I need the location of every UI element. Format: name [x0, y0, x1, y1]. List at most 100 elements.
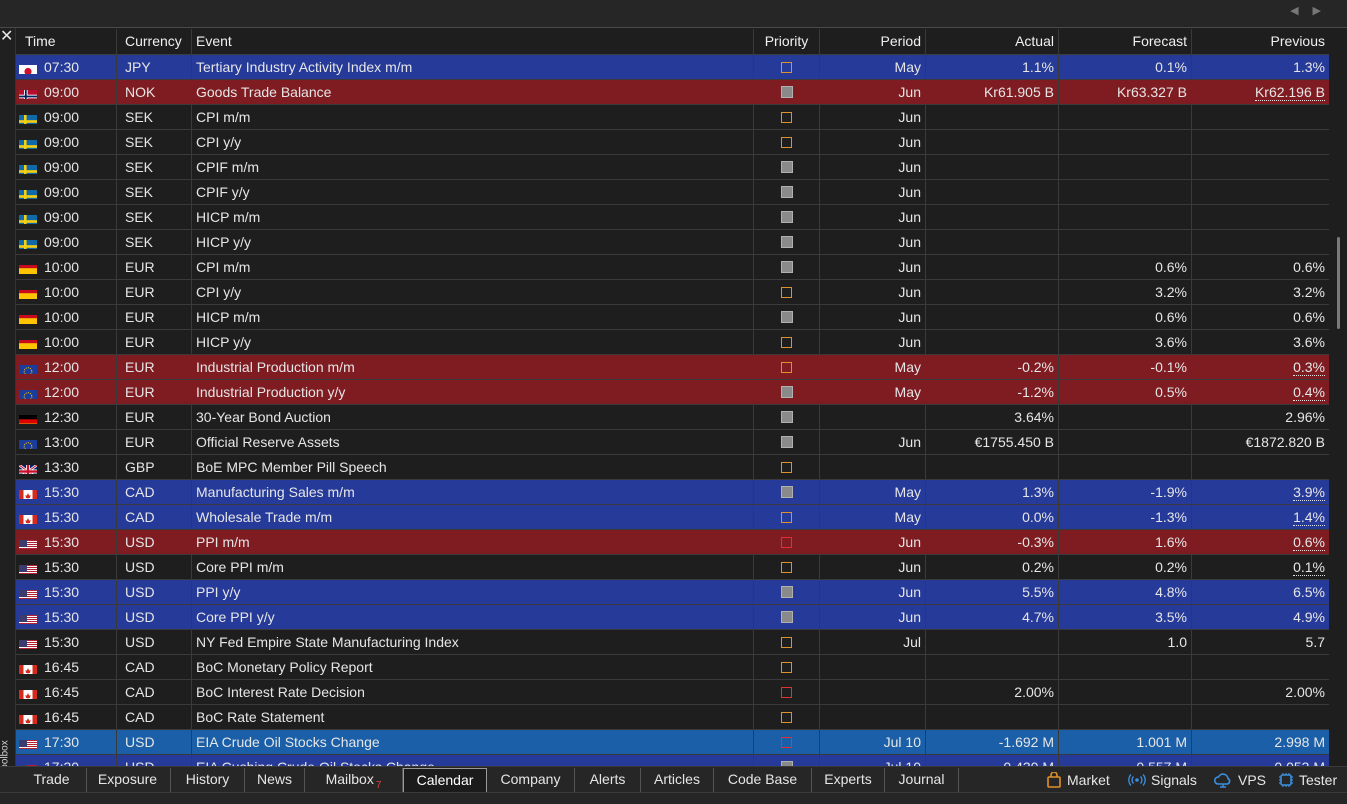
cell-event: CPIF m/m [192, 155, 754, 179]
time-text: 10:00 [44, 330, 79, 354]
cell-priority [754, 355, 820, 379]
previous-value: 1.3% [1293, 59, 1325, 75]
table-row[interactable]: 16:45CADBoC Interest Rate Decision2.00%2… [16, 680, 1329, 705]
cell-time: 13:30 [16, 455, 117, 479]
cell-time: 09:00 [16, 130, 117, 154]
table-row[interactable]: 16:45CADBoC Rate Statement [16, 705, 1329, 730]
time-text: 13:30 [44, 455, 79, 479]
tab-mailbox[interactable]: Mailbox7 [305, 768, 403, 792]
table-row[interactable]: 10:00EURCPI y/yJun3.2%3.2% [16, 280, 1329, 305]
cell-event: 30-Year Bond Auction [192, 405, 754, 429]
vertical-scrollbar[interactable] [1329, 29, 1347, 766]
tool-tester[interactable]: Tester [1278, 768, 1337, 792]
tab-journal[interactable]: Journal [885, 768, 959, 792]
time-text: 12:30 [44, 405, 79, 429]
cell-time: 10:00 [16, 330, 117, 354]
cell-period: Jul 10 [820, 730, 926, 754]
cell-previous [1192, 155, 1329, 179]
table-row[interactable]: 15:30USDCore PPI m/mJun0.2%0.2%0.1% [16, 555, 1329, 580]
time-text: 09:00 [44, 130, 79, 154]
eu-flag-icon [19, 386, 37, 399]
table-row[interactable]: 16:45CADBoC Monetary Policy Report [16, 655, 1329, 680]
close-icon[interactable]: ✕ [0, 29, 13, 45]
priority-indicator-icon [781, 637, 792, 648]
cell-period: Jun [820, 155, 926, 179]
cell-forecast: -1.3% [1059, 505, 1192, 529]
cell-forecast [1059, 155, 1192, 179]
previous-value: 0.6% [1293, 534, 1325, 551]
cell-period: May [820, 380, 926, 404]
tab-exposure[interactable]: Exposure [85, 768, 171, 792]
scroll-arrows[interactable]: ◀▶ [1290, 4, 1335, 17]
table-row[interactable]: 15:30USDPPI m/mJun-0.3%1.6%0.6% [16, 530, 1329, 555]
cell-time: 07:30 [16, 55, 117, 79]
tool-signals[interactable]: Signals [1128, 768, 1197, 792]
table-row[interactable]: 15:30USDCore PPI y/yJun4.7%3.5%4.9% [16, 605, 1329, 630]
table-row[interactable]: 15:30USDPPI y/yJun5.5%4.8%6.5% [16, 580, 1329, 605]
header-currency[interactable]: Currency [117, 29, 192, 54]
table-row[interactable]: 10:00EURHICP y/yJun3.6%3.6% [16, 330, 1329, 355]
priority-indicator-icon [781, 287, 792, 298]
cell-forecast: Kr63.327 B [1059, 80, 1192, 104]
header-forecast[interactable]: Forecast [1059, 29, 1192, 54]
cell-forecast: -1.9% [1059, 480, 1192, 504]
cell-period: Jun [820, 305, 926, 329]
table-row[interactable]: 10:00EURHICP m/mJun0.6%0.6% [16, 305, 1329, 330]
tool-market[interactable]: Market [1046, 768, 1110, 792]
table-row[interactable]: 09:00SEKCPI y/yJun [16, 130, 1329, 155]
cell-currency: EUR [117, 355, 192, 379]
cell-currency: USD [117, 605, 192, 629]
table-row[interactable]: 07:30JPYTertiary Industry Activity Index… [16, 55, 1329, 80]
tab-articles[interactable]: Articles [641, 768, 714, 792]
time-text: 12:00 [44, 380, 79, 404]
cell-event: HICP y/y [192, 230, 754, 254]
tab-trade[interactable]: Trade [17, 768, 87, 792]
table-row[interactable]: 15:30USDNY Fed Empire State Manufacturin… [16, 630, 1329, 655]
cell-previous: €1872.820 B [1192, 430, 1329, 454]
priority-indicator-icon [781, 611, 793, 623]
usa-flag-icon [19, 586, 37, 599]
tab-company[interactable]: Company [487, 768, 575, 792]
table-row[interactable]: 09:00SEKCPIF y/yJun [16, 180, 1329, 205]
table-row[interactable]: 12:00EURIndustrial Production m/mMay-0.2… [16, 355, 1329, 380]
tab-calendar[interactable]: Calendar [403, 768, 487, 792]
table-row[interactable]: 13:30GBPBoE MPC Member Pill Speech [16, 455, 1329, 480]
table-row[interactable]: 09:00SEKCPIF m/mJun [16, 155, 1329, 180]
cell-currency: USD [117, 730, 192, 754]
cell-priority [754, 405, 820, 429]
cell-currency: EUR [117, 305, 192, 329]
table-row[interactable]: 12:30EUR30-Year Bond Auction3.64%2.96% [16, 405, 1329, 430]
cell-forecast: 0.2% [1059, 555, 1192, 579]
header-period[interactable]: Period [820, 29, 926, 54]
table-row[interactable]: 09:00SEKHICP y/yJun [16, 230, 1329, 255]
priority-indicator-icon [781, 62, 792, 73]
cell-forecast [1059, 455, 1192, 479]
tab-code-base[interactable]: Code Base [714, 768, 812, 792]
header-actual[interactable]: Actual [926, 29, 1059, 54]
cell-actual: -0.3% [926, 530, 1059, 554]
table-row[interactable]: 15:30CADWholesale Trade m/mMay0.0%-1.3%1… [16, 505, 1329, 530]
table-row[interactable]: 12:00EURIndustrial Production y/yMay-1.2… [16, 380, 1329, 405]
cell-time: 09:00 [16, 230, 117, 254]
tab-alerts[interactable]: Alerts [575, 768, 641, 792]
table-row[interactable]: 17:30USDEIA Crude Oil Stocks ChangeJul 1… [16, 730, 1329, 755]
tab-experts[interactable]: Experts [812, 768, 885, 792]
header-previous[interactable]: Previous [1192, 29, 1329, 54]
table-row[interactable]: 10:00EURCPI m/mJun0.6%0.6% [16, 255, 1329, 280]
table-row[interactable]: 15:30CADManufacturing Sales m/mMay1.3%-1… [16, 480, 1329, 505]
tab-news[interactable]: News [245, 768, 305, 792]
table-row[interactable]: 09:00NOKGoods Trade BalanceJunKr61.905 B… [16, 80, 1329, 105]
cell-event: Industrial Production y/y [192, 380, 754, 404]
tool-vps[interactable]: VPS [1213, 768, 1266, 792]
table-row[interactable]: 09:00SEKCPI m/mJun [16, 105, 1329, 130]
header-priority[interactable]: Priority [754, 29, 820, 54]
cell-event: Manufacturing Sales m/m [192, 480, 754, 504]
canada-flag-icon [19, 661, 37, 674]
header-time[interactable]: Time [16, 29, 117, 54]
cell-time: 15:30 [16, 505, 117, 529]
table-row[interactable]: 09:00SEKHICP m/mJun [16, 205, 1329, 230]
header-event[interactable]: Event [192, 29, 754, 54]
tab-history[interactable]: History [171, 768, 245, 792]
table-row[interactable]: 13:00EUROfficial Reserve AssetsJun€1755.… [16, 430, 1329, 455]
scrollbar-thumb[interactable] [1337, 237, 1340, 329]
